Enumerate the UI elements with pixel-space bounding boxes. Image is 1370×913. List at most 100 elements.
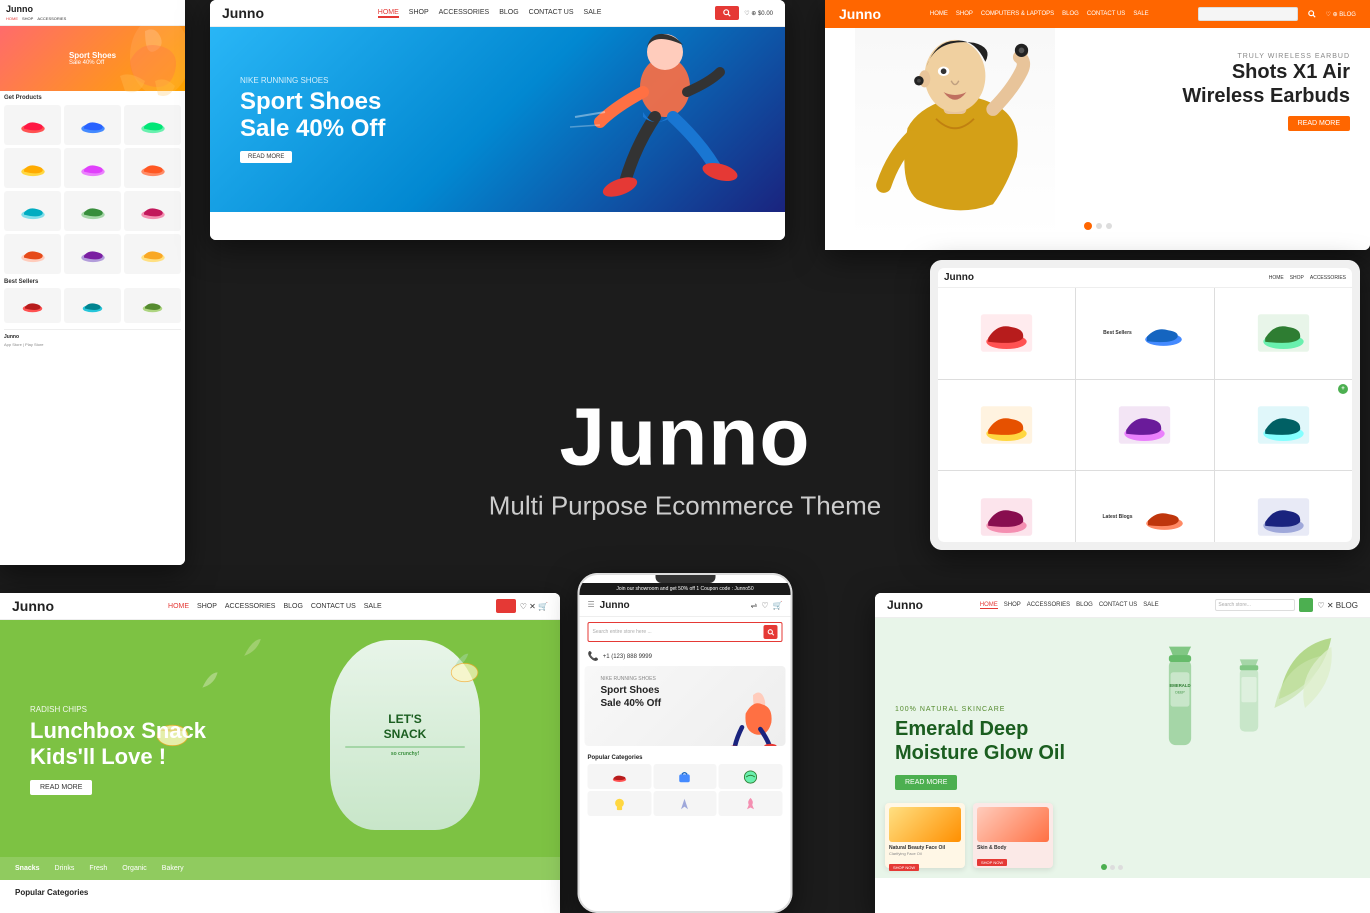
p4-cell-7[interactable]	[938, 471, 1075, 542]
p4-cell-8[interactable]: Latest Blogs	[1076, 471, 1213, 542]
p7-read-more-btn[interactable]: READ MORE	[895, 775, 957, 790]
p5-hero: RADISH CHIPS Lunchbox Snack Kids'll Love…	[0, 620, 560, 880]
p5-logo: Junno	[12, 598, 54, 614]
p2-nav-shop[interactable]: SHOP	[409, 9, 429, 18]
p2-nav-blog[interactable]: BLOG	[499, 9, 518, 18]
p3-nav-home[interactable]: HOME	[930, 11, 948, 17]
p7-nav-acc[interactable]: ACCESSORIES	[1027, 602, 1070, 609]
p1-nav-shop[interactable]: SHOP	[22, 16, 33, 21]
p3-nav-shop[interactable]: SHOP	[956, 11, 973, 17]
p4-cell-6[interactable]: +	[1215, 380, 1352, 471]
p1-bestseller-3[interactable]	[124, 288, 181, 323]
p1-bestseller-1[interactable]	[4, 288, 61, 323]
p7-nav-home[interactable]: HOME	[980, 602, 998, 609]
p5-nav-sale[interactable]: SALE	[364, 603, 382, 610]
p6-cat-bags[interactable]	[653, 764, 717, 789]
p1-product-3[interactable]	[124, 105, 181, 145]
p2-nav-acc[interactable]: ACCESSORIES	[439, 9, 490, 18]
p6-logo-mobile: Junno	[600, 600, 630, 611]
p1-product-10[interactable]	[4, 234, 61, 274]
p5-read-more-btn[interactable]: READ MORE	[30, 780, 92, 795]
p6-search-area: Search entire store here ...	[580, 617, 791, 647]
p1-bestseller-2[interactable]	[64, 288, 121, 323]
p6-search-btn[interactable]	[764, 625, 778, 639]
p1-nav-acc[interactable]: ACCESSORIES	[37, 16, 66, 21]
p5-cat-snacks[interactable]: Snacks	[15, 865, 40, 872]
p4-cell-4[interactable]	[938, 380, 1075, 471]
p6-cat-kids[interactable]	[588, 791, 652, 816]
p5-cat-fresh[interactable]: Fresh	[89, 865, 107, 872]
p6-cat-men[interactable]	[653, 791, 717, 816]
p3-nav-sale[interactable]: SALE	[1133, 11, 1148, 17]
p5-leaf-1	[240, 635, 265, 660]
p5-nav-contact[interactable]: CONTACT US	[311, 603, 356, 610]
p3-dot-1[interactable]	[1096, 223, 1102, 229]
p3-nav-contact[interactable]: CONTACT US	[1087, 11, 1125, 17]
p7-nav-sale[interactable]: SALE	[1143, 602, 1158, 609]
p1-product-11[interactable]	[64, 234, 121, 274]
p5-nav-acc[interactable]: ACCESSORIES	[225, 603, 276, 610]
p1-product-1[interactable]	[4, 105, 61, 145]
p2-nav-sale[interactable]: SALE	[584, 9, 602, 18]
p1-product-6[interactable]	[124, 148, 181, 188]
p7-nav-contact[interactable]: CONTACT US	[1099, 602, 1137, 609]
p7-card-1[interactable]: Natural Beauty Face Oil Clarifying Face …	[885, 803, 965, 868]
p2-read-more-btn[interactable]: READ MORE	[240, 151, 292, 163]
p3-nav-computers[interactable]: COMPUTERS & LAPTOPS	[981, 11, 1054, 17]
p1-product-5[interactable]	[64, 148, 121, 188]
p4-cell-3[interactable]	[1215, 288, 1352, 379]
p1-product-8[interactable]	[64, 191, 121, 231]
p7-card-2-btn[interactable]: SHOP NOW	[977, 859, 1007, 866]
p5-nav-shop[interactable]: SHOP	[197, 603, 217, 610]
p4-nav-acc[interactable]: ACCESSORIES	[1310, 275, 1346, 281]
p2-nav-home[interactable]: HOME	[378, 9, 399, 18]
p5-nav-home[interactable]: HOME	[168, 603, 189, 610]
p6-shuffle-icon[interactable]: ⇌	[751, 601, 758, 610]
p4-cell-9[interactable]	[1215, 471, 1352, 542]
p5-cat-drinks[interactable]: Drinks	[55, 865, 75, 872]
p3-read-more-btn[interactable]: READ MORE	[1288, 116, 1350, 131]
p6-cat-sports[interactable]	[719, 764, 783, 789]
p6-hero: NIKE RUNNING SHOES Sport Shoes Sale 40% …	[585, 666, 786, 746]
p4-cell-5[interactable]	[1076, 380, 1213, 471]
p7-dot-1[interactable]	[1110, 865, 1115, 870]
p1-product-9[interactable]	[124, 191, 181, 231]
p7-cart-icons: ♡ ✕ BLOG	[1317, 601, 1358, 610]
p7-search-input[interactable]: Search store...	[1215, 599, 1295, 611]
p7-dot-active[interactable]	[1101, 864, 1107, 870]
p1-product-2[interactable]	[64, 105, 121, 145]
p6-cat-shoes[interactable]	[588, 764, 652, 789]
panel-sport-shoes: Junno HOME SHOP ACCESSORIES BLOG CONTACT…	[210, 0, 785, 240]
p3-nav-blog[interactable]: BLOG	[1062, 11, 1079, 17]
p3-dot-2[interactable]	[1106, 223, 1112, 229]
p7-nav-shop[interactable]: SHOP	[1004, 602, 1021, 609]
p1-nav-home[interactable]: HOME	[6, 16, 18, 21]
p6-wishlist-icon[interactable]: ♡	[761, 601, 768, 610]
p3-hero-text: TRULY WIRELESS EARBUD Shots X1 Air Wirel…	[1182, 53, 1350, 131]
p6-cat-women[interactable]	[719, 791, 783, 816]
p5-nav-blog[interactable]: BLOG	[283, 603, 302, 610]
p6-icon-menu[interactable]: ☰	[588, 600, 595, 611]
p2-nav-contact[interactable]: CONTACT US	[529, 9, 574, 18]
p4-cell-1[interactable]	[938, 288, 1075, 379]
p1-product-12[interactable]	[124, 234, 181, 274]
p7-nav-blog[interactable]: BLOG	[1076, 602, 1093, 609]
p6-search-input[interactable]: Search entire store here ...	[588, 622, 783, 642]
p1-product-4[interactable]	[4, 148, 61, 188]
model-svg	[860, 33, 1050, 233]
p7-dot-2[interactable]	[1118, 865, 1123, 870]
p7-search-btn[interactable]	[1299, 598, 1313, 612]
p3-dot-active[interactable]	[1084, 222, 1092, 230]
p4-cell-2[interactable]: Best Sellers	[1076, 288, 1213, 379]
p5-search-btn[interactable]	[496, 599, 516, 613]
p7-card-2[interactable]: Skin & Body SHOP NOW	[973, 803, 1053, 868]
p1-product-7[interactable]	[4, 191, 61, 231]
p3-search-btn[interactable]	[1302, 7, 1322, 21]
p7-card-1-btn[interactable]: SHOP NOW	[889, 864, 919, 871]
p5-cat-organic[interactable]: Organic	[122, 865, 147, 872]
p5-cat-bakery[interactable]: Bakery	[162, 865, 184, 872]
p2-search-btn[interactable]	[715, 6, 739, 20]
p4-nav-shop[interactable]: SHOP	[1290, 275, 1304, 281]
p4-nav-home[interactable]: HOME	[1269, 275, 1284, 281]
p6-cart-icon[interactable]: 🛒	[773, 601, 783, 610]
